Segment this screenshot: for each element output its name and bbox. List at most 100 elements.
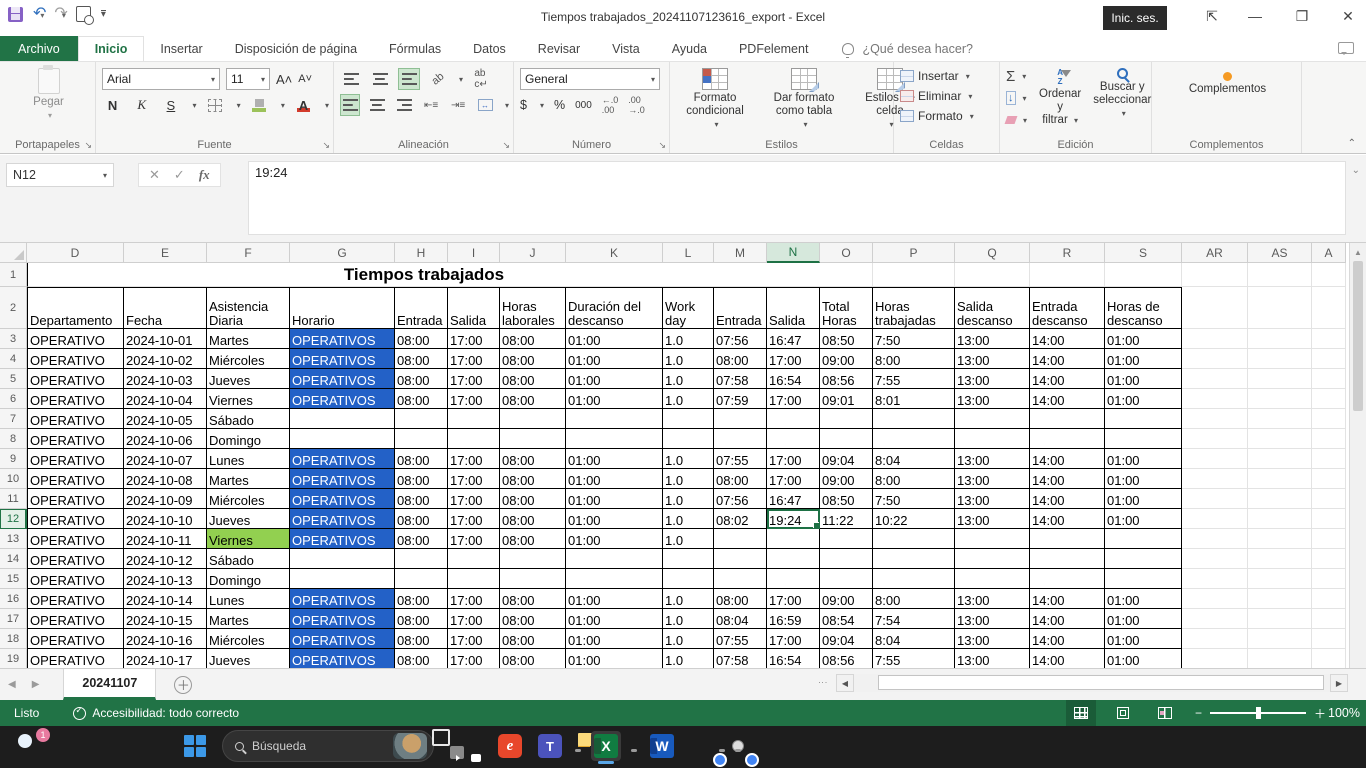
- cell-N8[interactable]: [767, 429, 820, 449]
- cell-AS17[interactable]: [1248, 609, 1312, 629]
- cell-G8[interactable]: [290, 429, 395, 449]
- col-header-R[interactable]: R: [1030, 243, 1105, 263]
- row-header-18[interactable]: 18: [0, 629, 27, 649]
- cell-S2[interactable]: Horas de descanso: [1105, 287, 1182, 329]
- cell-I12[interactable]: 17:00: [448, 509, 500, 529]
- cell-Q7[interactable]: [955, 409, 1030, 429]
- cell-Q18[interactable]: 13:00: [955, 629, 1030, 649]
- cell-E19[interactable]: 2024-10-17: [124, 649, 207, 668]
- cell-J16[interactable]: 08:00: [500, 589, 566, 609]
- sort-filter-button[interactable]: AZ Ordenar yfiltrar ▾: [1033, 66, 1087, 137]
- cell-G7[interactable]: [290, 409, 395, 429]
- cell-K13[interactable]: 01:00: [566, 529, 663, 549]
- cell-Q14[interactable]: [955, 549, 1030, 569]
- cell-E7[interactable]: 2024-10-05: [124, 409, 207, 429]
- borders-icon[interactable]: [204, 94, 225, 116]
- cell-J8[interactable]: [500, 429, 566, 449]
- align-center-icon[interactable]: [367, 94, 387, 116]
- taskbar-chat[interactable]: [463, 743, 469, 749]
- col-header-H[interactable]: H: [395, 243, 448, 263]
- cell-S6[interactable]: 01:00: [1105, 389, 1182, 409]
- taskbar-pdfelement[interactable]: e: [495, 731, 525, 761]
- row-header-2[interactable]: 2: [0, 287, 27, 329]
- cell-D6[interactable]: OPERATIVO: [27, 389, 124, 409]
- cell-J11[interactable]: 08:00: [500, 489, 566, 509]
- cell-F16[interactable]: Lunes: [207, 589, 290, 609]
- tab-disposicion[interactable]: Disposición de página: [219, 36, 373, 61]
- col-header-M[interactable]: M: [714, 243, 767, 263]
- merge-center-icon[interactable]: ↔: [475, 94, 495, 116]
- cell-G4[interactable]: OPERATIVOS: [290, 349, 395, 369]
- cell-AS7[interactable]: [1248, 409, 1312, 429]
- cell-P12[interactable]: 10:22: [873, 509, 955, 529]
- cell-M13[interactable]: [714, 529, 767, 549]
- cell-AR6[interactable]: [1182, 389, 1248, 409]
- cell-L5[interactable]: 1.0: [663, 369, 714, 389]
- cell-D13[interactable]: OPERATIVO: [27, 529, 124, 549]
- cell-M17[interactable]: 08:04: [714, 609, 767, 629]
- cell-S7[interactable]: [1105, 409, 1182, 429]
- cell-K15[interactable]: [566, 569, 663, 589]
- task-view-button[interactable]: [447, 743, 453, 749]
- cell-F13[interactable]: Viernes: [207, 529, 290, 549]
- cell-A12[interactable]: [1312, 509, 1346, 529]
- cell-K14[interactable]: [566, 549, 663, 569]
- cell-F18[interactable]: Miércoles: [207, 629, 290, 649]
- cell-AS5[interactable]: [1248, 369, 1312, 389]
- cell-J5[interactable]: 08:00: [500, 369, 566, 389]
- cell-I4[interactable]: 17:00: [448, 349, 500, 369]
- cell-H19[interactable]: 08:00: [395, 649, 448, 668]
- tab-ayuda[interactable]: Ayuda: [656, 36, 723, 61]
- cell-G12[interactable]: OPERATIVOS: [290, 509, 395, 529]
- autosum-button[interactable]: Σ▾: [1006, 66, 1027, 86]
- cell-P5[interactable]: 7:55: [873, 369, 955, 389]
- cell-P6[interactable]: 8:01: [873, 389, 955, 409]
- zoom-slider[interactable]: [1210, 712, 1306, 714]
- scroll-left-icon[interactable]: ◀: [836, 674, 854, 692]
- cell-D17[interactable]: OPERATIVO: [27, 609, 124, 629]
- cell-Q6[interactable]: 13:00: [955, 389, 1030, 409]
- col-header-F[interactable]: F: [207, 243, 290, 263]
- tab-datos[interactable]: Datos: [457, 36, 522, 61]
- formula-input[interactable]: 19:24: [248, 161, 1346, 235]
- cell-L15[interactable]: [663, 569, 714, 589]
- cell-AS15[interactable]: [1248, 569, 1312, 589]
- find-select-button[interactable]: Buscar yseleccionar ▾: [1087, 66, 1157, 137]
- cell-L19[interactable]: 1.0: [663, 649, 714, 668]
- decrease-decimal-icon[interactable]: .00→.0: [628, 95, 645, 115]
- cell-M8[interactable]: [714, 429, 767, 449]
- cell-S19[interactable]: 01:00: [1105, 649, 1182, 668]
- cell-F3[interactable]: Martes: [207, 329, 290, 349]
- cell-F4[interactable]: Miércoles: [207, 349, 290, 369]
- align-top-icon[interactable]: [340, 68, 362, 90]
- cell-M10[interactable]: 08:00: [714, 469, 767, 489]
- cell-D8[interactable]: OPERATIVO: [27, 429, 124, 449]
- cell-O15[interactable]: [820, 569, 873, 589]
- cell-F5[interactable]: Jueves: [207, 369, 290, 389]
- cell-D15[interactable]: OPERATIVO: [27, 569, 124, 589]
- cell-K19[interactable]: 01:00: [566, 649, 663, 668]
- new-sheet-icon[interactable]: ＋: [174, 676, 192, 694]
- cell-E16[interactable]: 2024-10-14: [124, 589, 207, 609]
- cell-P19[interactable]: 7:55: [873, 649, 955, 668]
- row-header-16[interactable]: 16: [0, 589, 27, 609]
- tab-archivo[interactable]: Archivo: [0, 36, 78, 61]
- taskbar-word[interactable]: W: [647, 731, 677, 761]
- cell-O5[interactable]: 08:56: [820, 369, 873, 389]
- cell-I19[interactable]: 17:00: [448, 649, 500, 668]
- tab-vista[interactable]: Vista: [596, 36, 656, 61]
- cell-K10[interactable]: 01:00: [566, 469, 663, 489]
- cell-N16[interactable]: 17:00: [767, 589, 820, 609]
- cell-Q2[interactable]: Salida descanso: [955, 287, 1030, 329]
- cell-N11[interactable]: 16:47: [767, 489, 820, 509]
- align-middle-icon[interactable]: [369, 68, 391, 90]
- taskbar-file-explorer[interactable]: [575, 743, 581, 749]
- cell-AS19[interactable]: [1248, 649, 1312, 668]
- cell-L10[interactable]: 1.0: [663, 469, 714, 489]
- cell-N14[interactable]: [767, 549, 820, 569]
- cell-R12[interactable]: 14:00: [1030, 509, 1105, 529]
- cell-P1[interactable]: [873, 263, 955, 287]
- cell-F17[interactable]: Martes: [207, 609, 290, 629]
- cell-G2[interactable]: Horario: [290, 287, 395, 329]
- cell-P11[interactable]: 7:50: [873, 489, 955, 509]
